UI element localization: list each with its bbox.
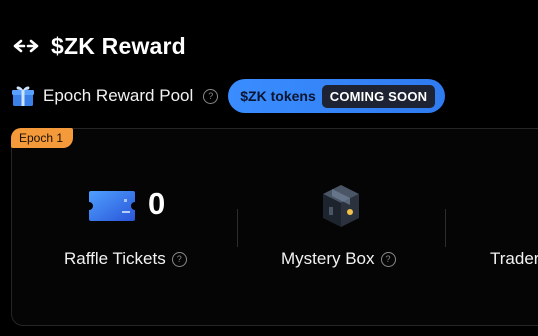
question-circle-icon[interactable]: ? xyxy=(171,251,187,267)
page-title: $ZK Reward xyxy=(51,32,186,59)
raffle-tickets-text: Raffle Tickets xyxy=(64,249,166,268)
gift-icon xyxy=(11,85,35,107)
mystery-box-text: Mystery Box xyxy=(281,249,375,268)
epoch-card xyxy=(11,128,538,326)
status-badge: COMING SOON xyxy=(321,84,436,108)
question-circle-icon[interactable]: ? xyxy=(380,251,396,267)
trader-label: Trader xyxy=(490,249,538,269)
reward-pool-label: Epoch Reward Pool xyxy=(43,86,194,105)
swap-arrows-icon xyxy=(13,38,39,54)
question-circle-icon[interactable]: ? xyxy=(203,88,219,104)
title-row: $ZK Reward xyxy=(13,30,186,62)
trader-text: Trader xyxy=(490,249,538,268)
divider xyxy=(237,209,238,247)
mystery-box-icon xyxy=(320,183,362,229)
reward-page: $ZK Reward Epoch Reward Pool ? $ZK token… xyxy=(0,0,538,336)
token-label: $ZK tokens xyxy=(240,88,316,104)
raffle-ticket-icon xyxy=(88,189,136,223)
mystery-box-label: Mystery Box ? xyxy=(281,249,396,269)
divider xyxy=(445,209,446,247)
raffle-tickets-label: Raffle Tickets ? xyxy=(64,249,187,269)
raffle-ticket-count: 0 xyxy=(148,186,166,221)
epoch-tab[interactable]: Epoch 1 xyxy=(11,128,73,148)
reward-pool-row: Epoch Reward Pool ? $ZK tokens COMING SO… xyxy=(11,79,446,113)
token-pill: $ZK tokens COMING SOON xyxy=(228,79,446,113)
